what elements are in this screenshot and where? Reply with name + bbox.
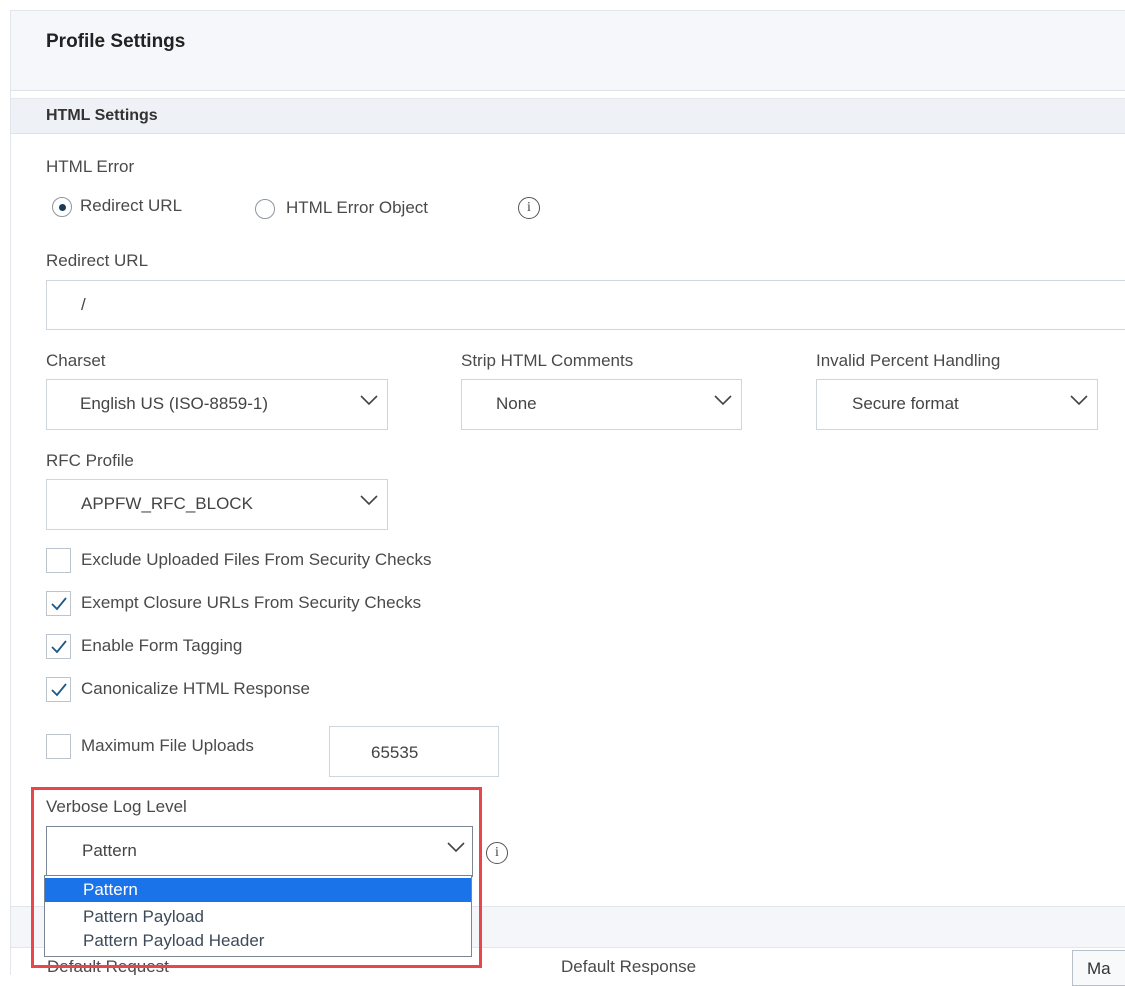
charset-label: Charset bbox=[46, 351, 106, 370]
manage-button[interactable]: Ma bbox=[1072, 950, 1125, 986]
checkbox-max-file-uploads[interactable] bbox=[46, 734, 71, 759]
radio-html-error-object[interactable] bbox=[255, 199, 275, 219]
strip-comments-label: Strip HTML Comments bbox=[461, 351, 634, 370]
profile-settings-header: Profile Settings bbox=[11, 11, 1125, 91]
chevron-down-icon bbox=[360, 395, 378, 406]
verbose-log-level-value: Pattern bbox=[82, 841, 137, 860]
checkbox-label[interactable]: Canonicalize HTML Response bbox=[81, 679, 310, 699]
invalid-percent-value: Secure format bbox=[852, 394, 959, 413]
invalid-percent-label: Invalid Percent Handling bbox=[816, 351, 1001, 370]
charset-value: English US (ISO-8859-1) bbox=[80, 394, 269, 413]
checkbox-canonicalize-html[interactable] bbox=[46, 677, 71, 702]
rfc-profile-select[interactable]: APPFW_RFC_BLOCK bbox=[46, 479, 388, 530]
checkbox-label[interactable]: Exclude Uploaded Files From Security Che… bbox=[81, 550, 432, 570]
radio-redirect-url[interactable] bbox=[52, 197, 72, 217]
chevron-down-icon bbox=[1070, 395, 1088, 406]
max-file-uploads-value: 65535 bbox=[371, 743, 419, 762]
chevron-down-icon bbox=[360, 495, 378, 506]
rfc-profile-value: APPFW_RFC_BLOCK bbox=[81, 494, 253, 513]
default-response-label: Default Response bbox=[561, 957, 697, 975]
checkbox-exclude-uploaded-files[interactable] bbox=[46, 548, 71, 573]
option-pattern-payload-header[interactable]: Pattern Payload Header bbox=[45, 929, 471, 953]
html-settings-header[interactable]: HTML Settings bbox=[11, 98, 1125, 134]
section-title: HTML Settings bbox=[46, 107, 158, 124]
max-file-uploads-label[interactable]: Maximum File Uploads bbox=[81, 736, 254, 756]
checkmark-icon bbox=[51, 640, 67, 654]
rfc-profile-label: RFC Profile bbox=[46, 451, 134, 470]
verbose-log-level-select[interactable]: Pattern bbox=[46, 826, 473, 877]
redirect-url-value: / bbox=[81, 295, 86, 314]
checkbox-label[interactable]: Exempt Closure URLs From Security Checks bbox=[81, 593, 421, 613]
chevron-down-icon bbox=[714, 395, 732, 406]
info-icon[interactable]: i bbox=[518, 197, 540, 219]
max-file-uploads-input[interactable]: 65535 bbox=[329, 726, 499, 777]
radio-html-error-object-label[interactable]: HTML Error Object bbox=[286, 198, 428, 218]
page-title: Profile Settings bbox=[46, 31, 186, 52]
profile-settings-panel: Profile Settings HTML Settings HTML Erro… bbox=[10, 10, 1125, 975]
checkbox-enable-form-tagging[interactable] bbox=[46, 634, 71, 659]
checkmark-icon bbox=[51, 597, 67, 611]
html-error-label: HTML Error bbox=[46, 157, 135, 176]
checkmark-icon bbox=[51, 683, 67, 697]
default-request-label: Default Request bbox=[47, 957, 169, 975]
checkbox-label[interactable]: Enable Form Tagging bbox=[81, 636, 242, 656]
invalid-percent-select[interactable]: Secure format bbox=[816, 379, 1098, 430]
chevron-down-icon bbox=[447, 842, 465, 853]
strip-comments-value: None bbox=[496, 394, 537, 413]
option-pattern-payload[interactable]: Pattern Payload bbox=[45, 905, 471, 929]
info-icon[interactable]: i bbox=[486, 842, 508, 864]
radio-selected-dot bbox=[59, 204, 66, 211]
verbose-log-level-label: Verbose Log Level bbox=[46, 797, 187, 816]
charset-select[interactable]: English US (ISO-8859-1) bbox=[46, 379, 388, 430]
radio-redirect-url-label[interactable]: Redirect URL bbox=[80, 196, 182, 216]
verbose-log-level-options: Pattern Pattern Payload Pattern Payload … bbox=[44, 875, 472, 957]
option-pattern[interactable]: Pattern bbox=[45, 878, 471, 902]
checkbox-exempt-closure-urls[interactable] bbox=[46, 591, 71, 616]
redirect-url-label: Redirect URL bbox=[46, 251, 149, 270]
redirect-url-input[interactable]: / bbox=[46, 280, 1125, 330]
strip-comments-select[interactable]: None bbox=[461, 379, 742, 430]
